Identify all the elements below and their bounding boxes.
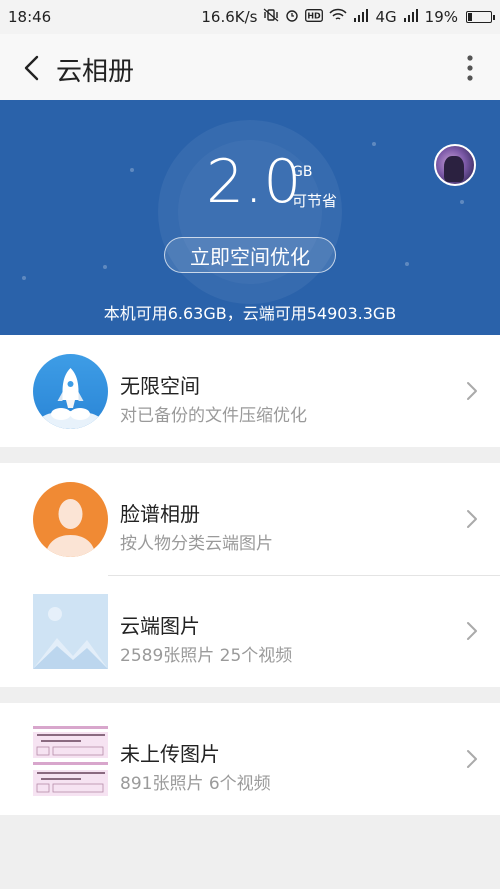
list-item-cloud-photos[interactable]: 云端图片 2589张照片 25个视频 — [0, 575, 500, 687]
page-title: 云相册 — [56, 57, 135, 87]
row-title: 云端图片 — [120, 614, 200, 638]
storage-banner: 2.0 GB 可节省 立即空间优化 本机可用6.63GB，云端可用54903.3… — [0, 100, 500, 335]
row-subtitle: 对已备份的文件压缩优化 — [120, 406, 307, 426]
card-albums: 脸谱相册 按人物分类云端图片 云端图片 2589张照片 25个视频 — [0, 463, 500, 687]
wifi-icon — [329, 8, 348, 26]
vibrate-icon — [263, 8, 279, 26]
chevron-right-icon — [466, 509, 478, 529]
signal-icon — [353, 8, 369, 26]
title-bar: 云相册 — [0, 34, 500, 100]
row-title: 未上传图片 — [120, 742, 220, 766]
network-speed: 16.6K/s — [201, 8, 258, 26]
decor-dot — [22, 276, 26, 280]
document-thumbnail — [33, 722, 108, 797]
hd-icon: HD — [305, 8, 324, 26]
chevron-right-icon — [466, 381, 478, 401]
optimize-space-button[interactable]: 立即空间优化 — [164, 237, 336, 273]
battery-percent: 19% — [424, 8, 458, 26]
avatar[interactable] — [434, 144, 476, 186]
card-unlimited: 无限空间 对已备份的文件压缩优化 — [0, 335, 500, 447]
svg-text:HD: HD — [308, 11, 322, 20]
status-bar: 18:46 16.6K/s HD 4G 19% — [0, 0, 500, 34]
rocket-icon — [33, 354, 108, 429]
decor-dot — [103, 265, 107, 269]
chevron-left-icon[interactable] — [18, 54, 46, 82]
row-title: 无限空间 — [120, 374, 200, 398]
row-subtitle: 891张照片 6个视频 — [120, 774, 271, 794]
row-subtitle: 2589张照片 25个视频 — [120, 646, 293, 666]
network-type: 4G — [375, 8, 397, 26]
list-item-face-album[interactable]: 脸谱相册 按人物分类云端图片 — [0, 463, 500, 575]
image-placeholder-icon — [33, 594, 108, 669]
person-icon — [33, 482, 108, 557]
savings-label: 可节省 — [292, 192, 338, 210]
battery-icon — [466, 11, 495, 23]
more-vertical-icon[interactable] — [466, 54, 474, 82]
savings-value: 2.0 — [206, 147, 302, 217]
signal-icon-2 — [403, 8, 419, 26]
row-title: 脸谱相册 — [120, 502, 200, 526]
list-item-not-uploaded[interactable]: 未上传图片 891张照片 6个视频 — [0, 703, 500, 815]
decor-dot — [130, 168, 134, 172]
list-item-unlimited-space[interactable]: 无限空间 对已备份的文件压缩优化 — [0, 335, 500, 447]
chevron-right-icon — [466, 621, 478, 641]
alarm-icon — [285, 8, 299, 26]
status-right: 16.6K/s HD 4G 19% — [201, 8, 495, 26]
card-not-uploaded: 未上传图片 891张照片 6个视频 — [0, 703, 500, 815]
status-time: 18:46 — [8, 8, 52, 26]
decor-dot — [372, 142, 376, 146]
storage-info: 本机可用6.63GB，云端可用54903.3GB — [103, 304, 397, 323]
chevron-right-icon — [466, 749, 478, 769]
decor-dot — [460, 200, 464, 204]
decor-dot — [405, 262, 409, 266]
savings-unit: GB — [292, 164, 313, 180]
row-subtitle: 按人物分类云端图片 — [120, 534, 273, 554]
